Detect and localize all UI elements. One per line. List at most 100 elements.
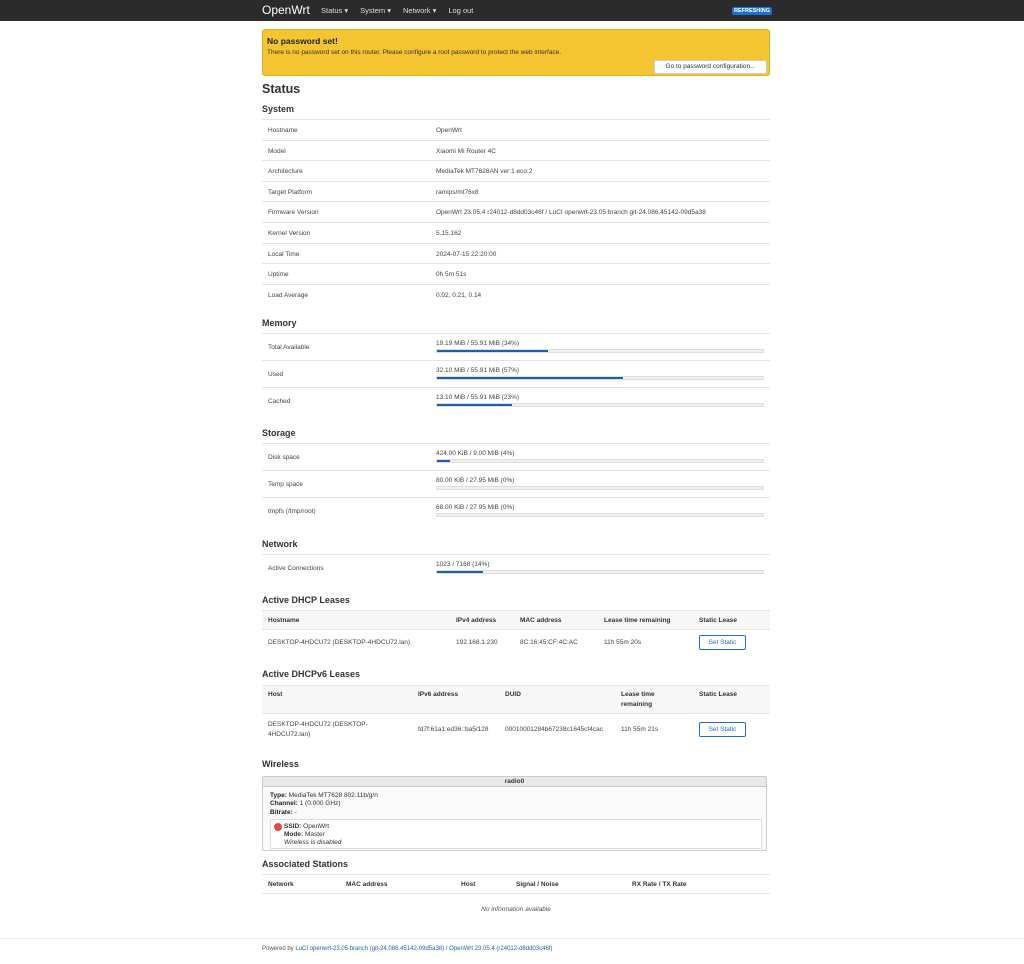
system-key: Target Platform	[268, 188, 313, 196]
network-row: Active Connections 1023 / 7168 (14%)	[262, 554, 770, 581]
storage-heading: Storage	[262, 428, 296, 438]
refreshing-badge[interactable]: REFRESHING	[732, 7, 773, 15]
menu-status[interactable]: Status ▾	[321, 6, 348, 15]
menu-network[interactable]: Network ▾	[403, 6, 436, 15]
no-password-alert: No password set! There is no password se…	[262, 29, 770, 76]
col-signal: Signal / Noise	[516, 881, 559, 888]
lease6-host-line1: DESKTOP-4HDCU72 (DESKTOP-	[268, 721, 368, 728]
lease-time: 11h 55m 20s	[604, 639, 642, 646]
system-key: Load Average	[268, 291, 308, 299]
stations-heading: Associated Stations	[262, 859, 349, 869]
progress-fill	[437, 460, 451, 462]
brand-logo[interactable]: OpenWrt	[262, 3, 310, 17]
menu-logout[interactable]: Log out	[448, 6, 473, 15]
alert-title: No password set!	[267, 36, 338, 46]
memory-heading: Memory	[262, 318, 297, 328]
radio-type: Type: MediaTek MT7628 802.11b/g/n	[270, 792, 378, 799]
memory-key: Cached	[268, 398, 291, 405]
memory-value: 32.10 MiB / 55.91 MiB (57%)	[436, 367, 520, 374]
system-value: ramips/mt76x8	[436, 188, 479, 196]
network-progress-bar	[436, 570, 764, 574]
col-station-mac: MAC address	[346, 881, 388, 888]
memory-row: Used 32.10 MiB / 55.91 MiB (57%)	[262, 360, 770, 387]
memory-progress-bar	[436, 403, 764, 407]
network-heading: Network	[262, 539, 298, 549]
wifi-mode: Mode: Master	[284, 831, 325, 838]
system-value: 0h 5m 51s	[436, 271, 467, 279]
radio-bitrate: Bitrate: -	[270, 809, 297, 816]
system-value: 5.15.162	[436, 230, 462, 237]
memory-progress-bar	[436, 349, 764, 353]
memory-row: Cached 13.10 MiB / 55.91 MiB (23%)	[262, 387, 770, 414]
lease6-host-line2: 4HDCU72.lan)	[268, 731, 311, 738]
col-leasetime: Lease time	[621, 691, 655, 698]
menu-system[interactable]: System ▾	[360, 6, 391, 15]
wifi-disabled-icon	[274, 823, 282, 831]
progress-fill	[437, 377, 623, 379]
col-duid: DUID	[505, 691, 521, 698]
col-ipv6: IPv6 address	[418, 691, 459, 698]
dhcp-heading: Active DHCP Leases	[262, 595, 350, 605]
storage-key: Temp space	[268, 481, 304, 488]
col-static: Static Lease	[699, 617, 737, 624]
footer: Powered by LuCI openwrt-23.05 branch (gi…	[262, 946, 552, 952]
system-row: Firmware Version OpenWrt 23.05.4 r24012-d…	[262, 201, 770, 222]
no-stations-message: No information available	[481, 906, 551, 913]
password-config-button[interactable]: Go to password configuration...	[654, 60, 767, 74]
system-value: 2024-07-15 22:20:00	[436, 250, 497, 258]
progress-fill	[437, 404, 512, 406]
col-network: Network	[268, 881, 294, 888]
system-row: Uptime 0h 5m 51s	[262, 263, 770, 284]
wifi-state: Wireless is disabled	[284, 839, 342, 846]
set-static-v6-button[interactable]: Set Static	[699, 722, 746, 737]
radio-name: radio0	[263, 777, 766, 787]
system-key: Hostname	[268, 127, 298, 134]
storage-row: Disk space 424.00 KiB / 9.00 MiB (4%)	[262, 443, 770, 470]
system-heading: System	[262, 104, 295, 114]
memory-value: 13.10 MiB / 55.91 MiB (23%)	[436, 394, 520, 401]
storage-value: 80.00 KiB / 27.95 MiB (0%)	[436, 477, 515, 484]
system-row: Hostname OpenWrt	[262, 119, 770, 140]
storage-key: tmpfs (/tmp/root)	[268, 508, 316, 515]
wifi-network-card: SSID: OpenWrt Mode: Master Wireless is d…	[270, 819, 762, 849]
system-key: Firmware Version	[268, 209, 319, 217]
wireless-heading: Wireless	[262, 759, 299, 769]
progress-fill	[437, 350, 548, 352]
col-ipv4: IPv4 address	[456, 617, 497, 624]
lease6-ipv6: fd7f:61a1:ed36::ba5/128	[418, 726, 489, 733]
openwrt-link[interactable]: OpenWrt 23.05.4 (r24012-d8dd03c46f)	[449, 946, 552, 952]
system-value: 0.02, 0.21, 0.14	[436, 291, 482, 299]
memory-progress-bar	[436, 376, 764, 380]
radio-card: radio0 Type: MediaTek MT7628 802.11b/g/n…	[262, 776, 767, 851]
system-row: Target Platform ramips/mt76x8	[262, 180, 770, 202]
system-key: Model	[268, 147, 286, 155]
system-row: Model Xiaomi Mi Router 4C	[262, 139, 770, 161]
system-value: OpenWrt	[436, 127, 462, 134]
storage-value: 68.00 KiB / 27.95 MiB (0%)	[436, 504, 515, 511]
radio-channel: Channel: 1 (0.000 GHz)	[270, 800, 341, 807]
dhcpv6-heading: Active DHCPv6 Leases	[262, 669, 361, 679]
footer-prefix: Powered by	[262, 946, 296, 952]
memory-row: Total Available 19.19 MiB / 55.91 MiB (34…	[262, 333, 770, 360]
system-key: Local Time	[268, 250, 300, 258]
network-key: Active Connections	[268, 565, 324, 572]
col-mac: MAC address	[520, 617, 562, 624]
luci-link[interactable]: LuCI openwrt-23.05 branch (git-24.086.45…	[295, 946, 444, 952]
wifi-ssid: SSID: OpenWrt	[284, 823, 330, 830]
col-hostname: Hostname	[268, 617, 300, 624]
footer-divider	[0, 938, 1024, 939]
system-value: OpenWrt 23.05.4 r24012-d8dd03c46f / LuCI…	[436, 209, 706, 217]
stations-table-header: Network MAC address Host Signal / Noise …	[262, 874, 770, 894]
memory-value: 19.19 MiB / 55.91 MiB (34%)	[436, 340, 520, 347]
system-row: Local Time 2024-07-15 22:20:00	[262, 242, 770, 264]
storage-progress-bar	[436, 459, 764, 463]
lease-ipv4: 192.168.1.230	[456, 639, 498, 646]
set-static-button[interactable]: Set Static	[699, 635, 746, 650]
system-value: MediaTek MT7628AN ver:1 eco:2	[436, 168, 533, 176]
storage-row: Temp space 80.00 KiB / 27.95 MiB (0%)	[262, 470, 770, 497]
memory-key: Used	[268, 371, 284, 378]
storage-progress-bar	[436, 513, 764, 517]
lease6-time: 11h 55m 21s	[621, 726, 659, 733]
system-row: Load Average 0.02, 0.21, 0.14	[262, 283, 770, 305]
system-row: Architecture MediaTek MT7628AN ver:1 eco:…	[262, 160, 770, 181]
